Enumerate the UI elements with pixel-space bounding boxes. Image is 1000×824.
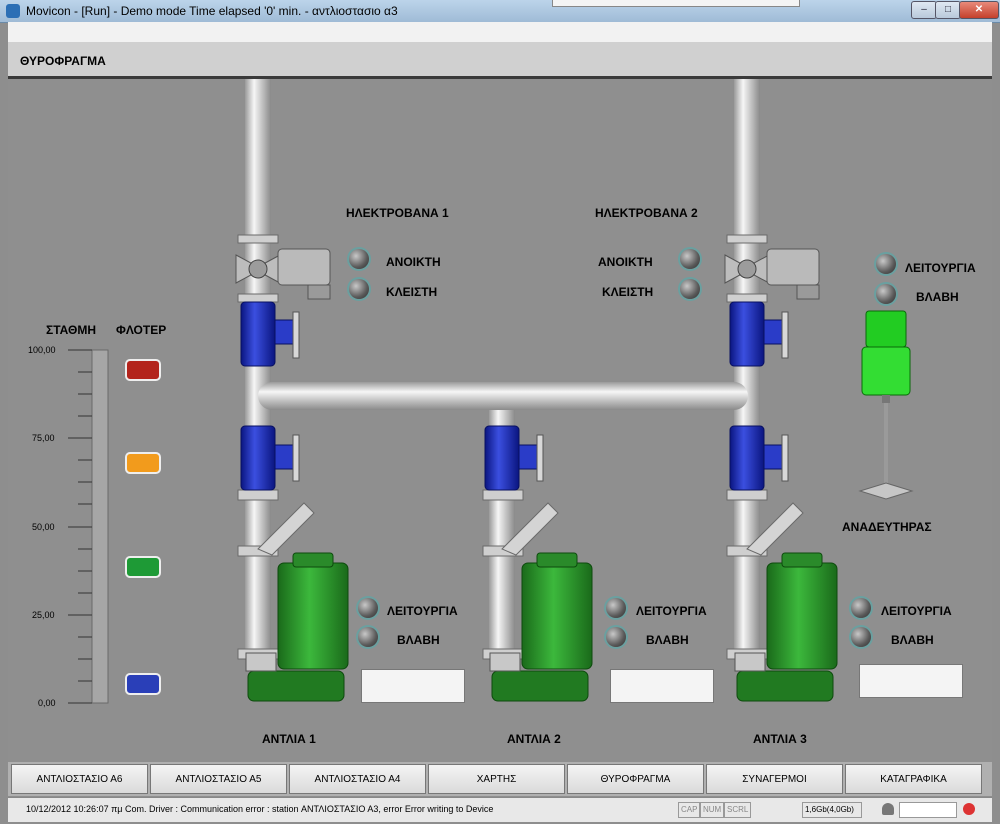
mixer-run-label: ΛΕΙΤΟΥΡΓΙΑ xyxy=(905,261,976,275)
user-field xyxy=(899,802,957,818)
window-titlebar: Movicon - [Run] - Demo mode Time elapsed… xyxy=(0,0,1000,23)
scroll-indicator: SCRL xyxy=(724,802,752,818)
nav-button-station-a6[interactable]: ΑΝΤΛΙΟΣΤΑΣΙΟ Α6 xyxy=(11,764,148,794)
status-message: 10/12/2012 10:26:07 πμ Com. Driver : Com… xyxy=(26,804,494,814)
pump3-name: ΑΝΤΛΙΑ 3 xyxy=(753,732,807,746)
window-title: Movicon - [Run] - Demo mode Time elapsed… xyxy=(26,4,398,18)
mixer-name-label: ΑΝΑΔΕΥΤΗΡΑΣ xyxy=(842,520,932,534)
pump1-run-label: ΛΕΙΤΟΥΡΓΙΑ xyxy=(387,604,458,618)
status-bar: 10/12/2012 10:26:07 πμ Com. Driver : Com… xyxy=(8,797,992,822)
gate-valve-lower-1 xyxy=(240,425,300,491)
pipe-horizontal xyxy=(258,382,748,410)
nav-button-logs[interactable]: ΚΑΤΑΓΡΑΦΙΚΑ xyxy=(845,764,982,794)
valve1-open-label: ΑΝΟΙΚΤΗ xyxy=(386,255,441,269)
maximize-button[interactable]: □ xyxy=(935,1,961,19)
user-icon[interactable] xyxy=(882,803,894,815)
pump1-fault-label: ΒΛΑΒΗ xyxy=(397,633,440,647)
pump1-fault-lamp xyxy=(358,627,378,647)
valve2-title: ΗΛΕΚΤΡΟΒΑΝΑ 2 xyxy=(595,206,698,220)
pump3-run-lamp xyxy=(851,598,871,618)
pipe-vertical-1 xyxy=(245,79,271,659)
tick-label-25: 25,00 xyxy=(32,610,55,620)
pump3-value-box xyxy=(859,664,963,698)
mixer-fault-label: ΒΛΑΒΗ xyxy=(916,290,959,304)
gate-valve-upper-3 xyxy=(729,301,789,367)
pump1-value-box xyxy=(361,669,465,703)
float-mid-lamp xyxy=(125,452,161,474)
pump3-fault-label: ΒΛΑΒΗ xyxy=(891,633,934,647)
tick-label-75: 75,00 xyxy=(32,433,55,443)
mixer-run-lamp xyxy=(876,254,896,274)
valve1-title: ΗΛΕΚΤΡΟΒΑΝΑ 1 xyxy=(346,206,449,220)
error-icon[interactable] xyxy=(963,803,975,815)
tick-label-100: 100,00 xyxy=(28,345,56,355)
page-title: ΘΥΡΟΦΡΑΓΜΑ xyxy=(20,54,106,68)
nav-button-map[interactable]: ΧΑΡΤΗΣ xyxy=(428,764,565,794)
gate-valve-lower-2 xyxy=(484,425,544,491)
pump1-run-lamp xyxy=(358,598,378,618)
pump2-value-box xyxy=(610,669,714,703)
pump2-run-lamp xyxy=(606,598,626,618)
num-indicator: NUM xyxy=(700,802,725,818)
piping-diagram xyxy=(68,79,914,704)
float-min-lamp xyxy=(125,673,161,695)
valve2-open-label: ΑΝΟΙΚΤΗ xyxy=(598,255,653,269)
float-low-lamp xyxy=(125,556,161,578)
level-gauge xyxy=(68,349,109,704)
station-label: ΣΤΑΘΜΗ xyxy=(46,323,96,337)
nav-button-station-a5[interactable]: ΑΝΤΛΙΟΣΤΑΣΙΟ Α5 xyxy=(150,764,287,794)
pipe-vertical-3 xyxy=(734,79,760,659)
pump2-name: ΑΝΤΛΙΑ 2 xyxy=(507,732,561,746)
pump2-run-label: ΛΕΙΤΟΥΡΓΙΑ xyxy=(636,604,707,618)
valve1-open-lamp xyxy=(349,249,369,269)
gate-valve-upper-1 xyxy=(240,301,300,367)
pump3-fault-lamp xyxy=(851,627,871,647)
caps-indicator: CAP xyxy=(678,802,701,818)
page-header: ΘΥΡΟΦΡΑΓΜΑ xyxy=(8,42,992,79)
pump2-fault-lamp xyxy=(606,627,626,647)
valve1-closed-lamp xyxy=(349,279,369,299)
pump3-run-label: ΛΕΙΤΟΥΡΓΙΑ xyxy=(881,604,952,618)
nav-button-gate[interactable]: ΘΥΡΟΦΡΑΓΜΑ xyxy=(567,764,704,794)
float-high-lamp xyxy=(125,359,161,381)
mixer-fault-lamp xyxy=(876,284,896,304)
nav-button-station-a4[interactable]: ΑΝΤΛΙΟΣΤΑΣΙΟ Α4 xyxy=(289,764,426,794)
toolbar-area xyxy=(8,22,992,42)
memory-indicator: 1,6Gb(4,0Gb) xyxy=(802,802,862,818)
pump1-name: ΑΝΤΛΙΑ 1 xyxy=(262,732,316,746)
app-icon xyxy=(6,4,20,18)
top-strip xyxy=(552,0,800,7)
pump2-fault-label: ΒΛΑΒΗ xyxy=(646,633,689,647)
valve1-closed-label: ΚΛΕΙΣΤΗ xyxy=(386,285,438,299)
minimize-button[interactable]: – xyxy=(911,1,937,19)
synoptic-panel: ΣΤΑΘΜΗ ΦΛΟΤΕΡ 100,00 75,00 50,00 25,00 0… xyxy=(8,79,992,762)
close-button[interactable]: ✕ xyxy=(959,1,999,19)
nav-button-alarms[interactable]: ΣΥΝΑΓΕΡΜΟΙ xyxy=(706,764,843,794)
valve2-closed-label: ΚΛΕΙΣΤΗ xyxy=(602,285,654,299)
mixer-body xyxy=(858,310,914,500)
float-indicators xyxy=(125,359,161,695)
valve2-open-lamp xyxy=(680,249,700,269)
valve2-closed-lamp xyxy=(680,279,700,299)
gate-valve-lower-3 xyxy=(729,425,789,491)
tick-label-0: 0,00 xyxy=(38,698,56,708)
tick-label-50: 50,00 xyxy=(32,522,55,532)
navigation-bar: ΑΝΤΛΙΟΣΤΑΣΙΟ Α6 ΑΝΤΛΙΟΣΤΑΣΙΟ Α5 ΑΝΤΛΙΟΣΤ… xyxy=(8,762,992,796)
float-label: ΦΛΟΤΕΡ xyxy=(116,323,167,337)
